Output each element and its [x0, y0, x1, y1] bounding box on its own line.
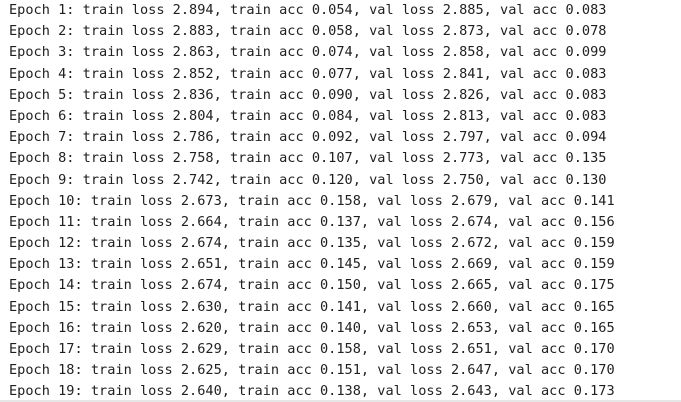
log-line-epoch-11: Epoch 11: train loss 2.664, train acc 0.… [9, 213, 615, 230]
log-line-epoch-7: Epoch 7: train loss 2.786, train acc 0.0… [9, 129, 607, 146]
log-line-epoch-8: Epoch 8: train loss 2.758, train acc 0.1… [9, 150, 607, 167]
log-line-epoch-1: Epoch 1: train loss 2.894, train acc 0.0… [9, 2, 607, 18]
log-line-epoch-4: Epoch 4: train loss 2.852, train acc 0.0… [9, 65, 607, 82]
log-line-epoch-6: Epoch 6: train loss 2.804, train acc 0.0… [9, 107, 607, 124]
log-line-epoch-19: Epoch 19: train loss 2.640, train acc 0.… [9, 383, 615, 400]
log-line-epoch-12: Epoch 12: train loss 2.674, train acc 0.… [9, 235, 615, 252]
log-line-epoch-15: Epoch 15: train loss 2.630, train acc 0.… [9, 298, 615, 315]
log-line-epoch-10: Epoch 10: train loss 2.673, train acc 0.… [9, 192, 615, 209]
log-line-epoch-18: Epoch 18: train loss 2.625, train acc 0.… [9, 362, 615, 379]
log-line-epoch-3: Epoch 3: train loss 2.863, train acc 0.0… [9, 44, 607, 61]
log-line-epoch-14: Epoch 14: train loss 2.674, train acc 0.… [9, 277, 615, 294]
log-line-epoch-9: Epoch 9: train loss 2.742, train acc 0.1… [9, 171, 607, 188]
log-line-epoch-2: Epoch 2: train loss 2.883, train acc 0.0… [9, 23, 607, 40]
log-line-epoch-17: Epoch 17: train loss 2.629, train acc 0.… [9, 341, 615, 357]
log-line-epoch-5: Epoch 5: train loss 2.836, train acc 0.0… [9, 86, 607, 103]
log-line-epoch-16: Epoch 16: train loss 2.620, train acc 0.… [9, 319, 615, 336]
console-output: Epoch 1: train loss 2.894, train acc 0.0… [0, 0, 681, 402]
log-line-epoch-13: Epoch 13: train loss 2.651, train acc 0.… [9, 256, 615, 273]
